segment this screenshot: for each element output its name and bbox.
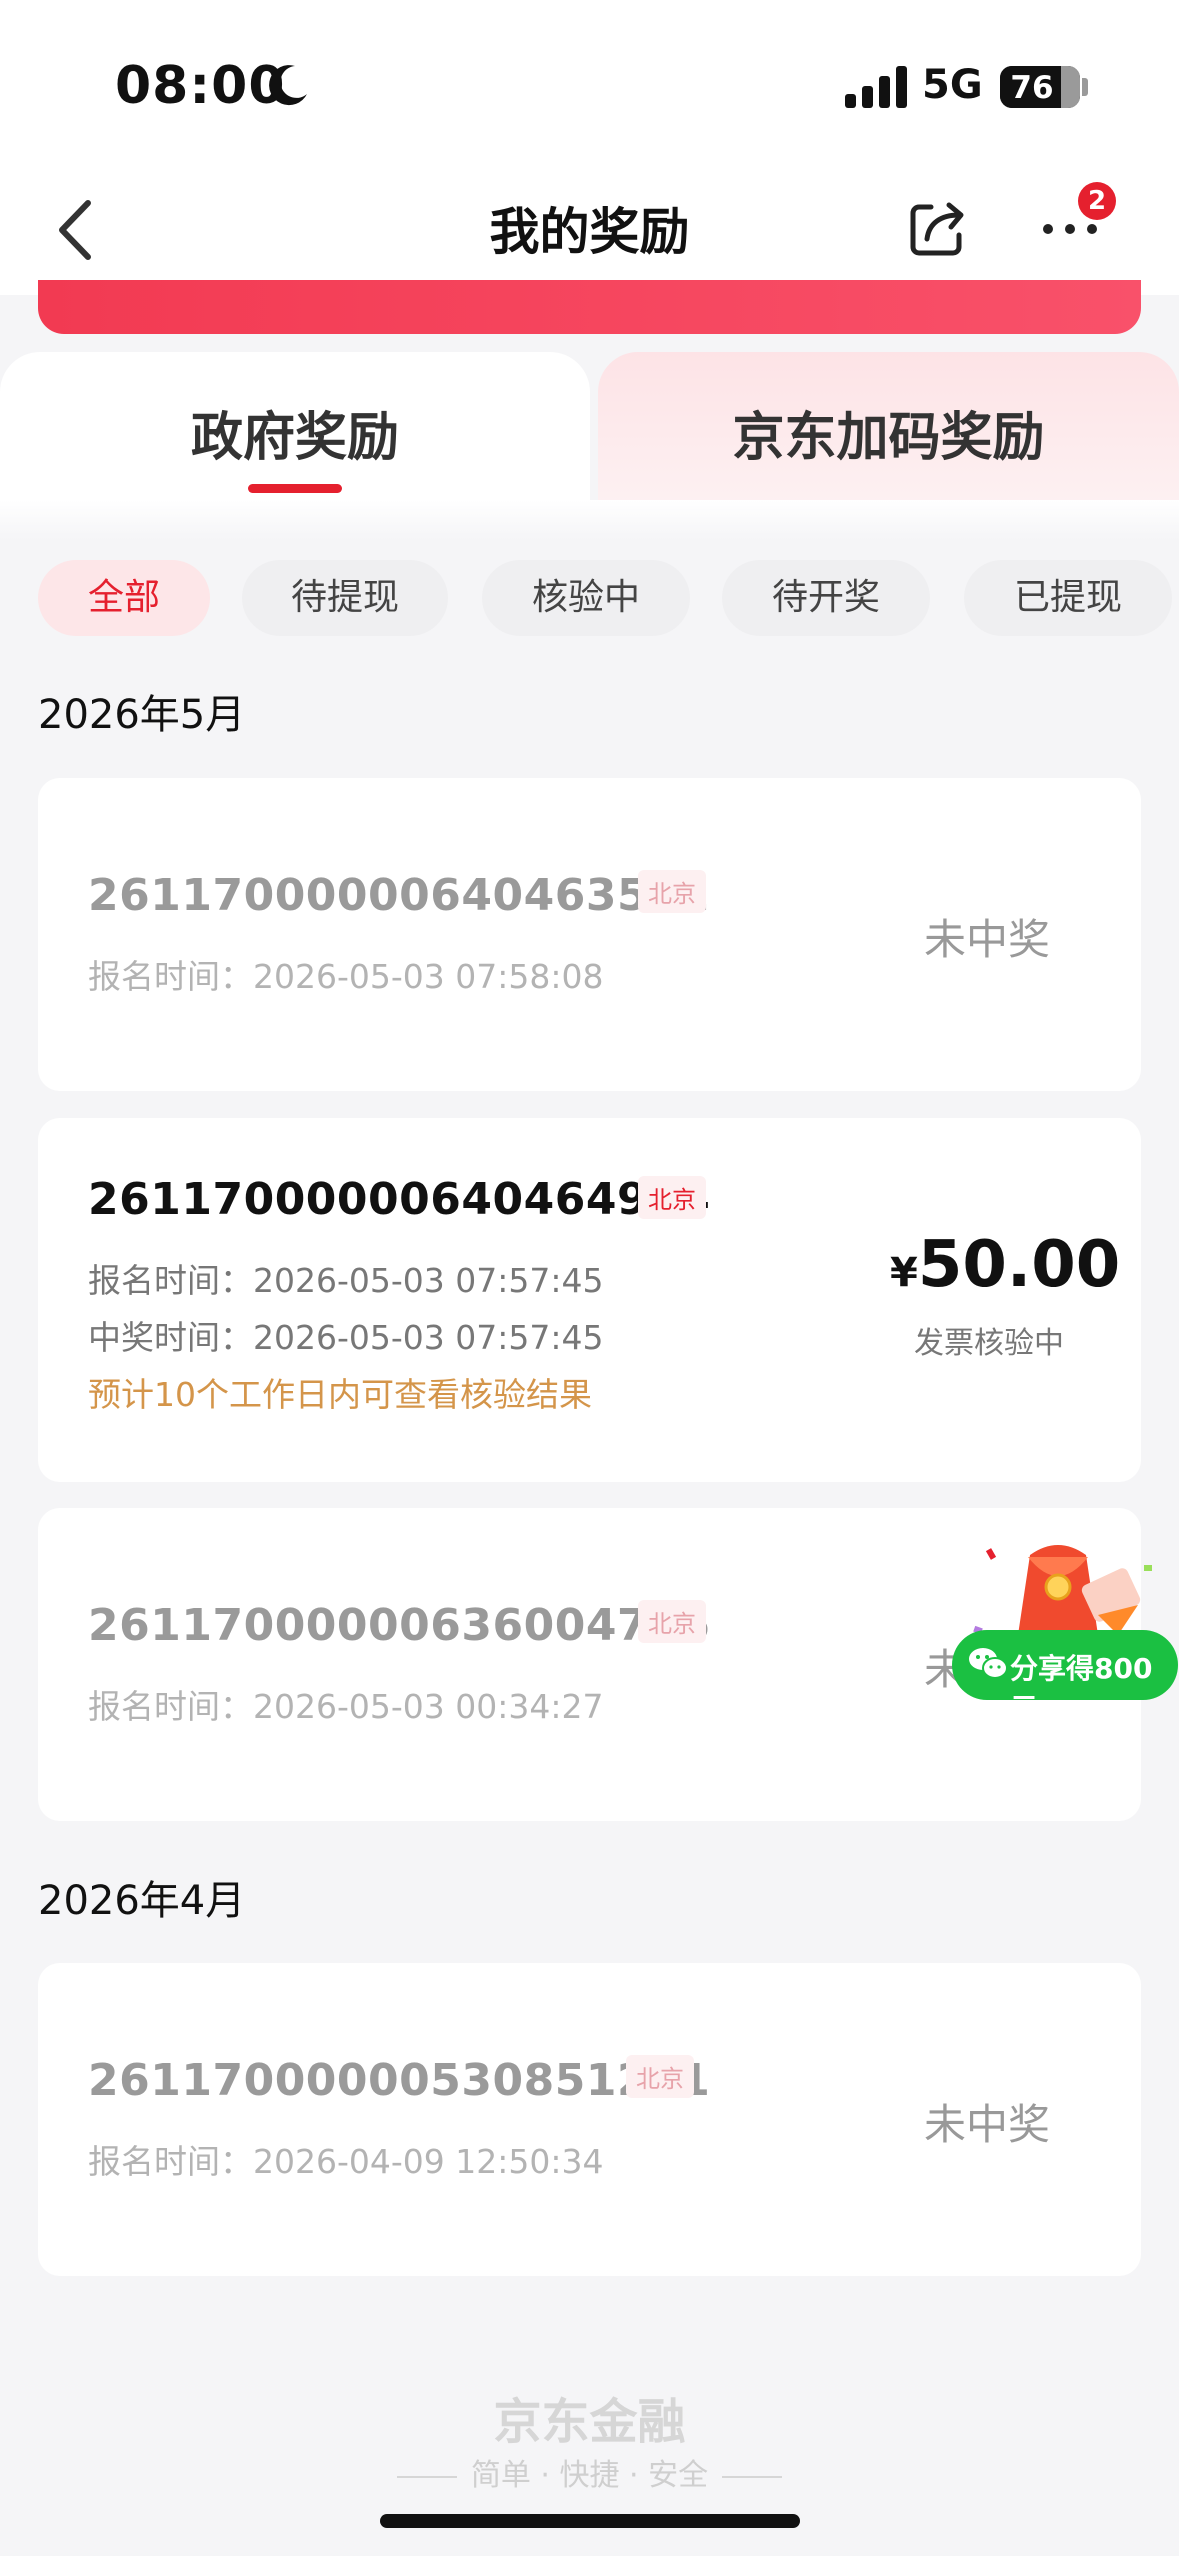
month-header: 2026年4月 [38,1878,246,1924]
filter-bar: 全部 待提现 核验中 待开奖 已提现 [38,560,1179,636]
reward-record-card[interactable]: 26117000000530851281 北京 报名时间：2026-04-09 … [38,1963,1141,2276]
amount-value: 50.00 [917,1228,1121,1302]
page-title: 我的奖励 [489,203,690,261]
network-label: 5G [922,62,983,108]
city-tag: 北京 [638,1600,706,1643]
tab-active-indicator [248,484,342,493]
share-icon[interactable] [905,195,971,261]
promo-banner[interactable] [38,280,1141,334]
home-indicator[interactable] [380,2514,800,2528]
filter-pending-draw[interactable]: 待开奖 [722,560,930,636]
battery-tip [1082,78,1088,96]
footer-slogan: 简单 · 快捷 · 安全 [0,2450,1179,2494]
filter-pending-withdraw[interactable]: 待提现 [242,560,448,636]
moon-icon [269,65,307,106]
record-id: 26117000000636004756 [88,1600,711,1651]
signal-icon [845,66,907,108]
status-time: 08:00 [115,56,286,116]
signup-time: 报名时间：2026-05-03 07:57:45 [88,1261,604,1300]
city-tag: 北京 [638,1176,706,1219]
reward-amount: ¥50.00 [890,1228,1120,1302]
reward-record-card[interactable]: 26117000000640464974 北京 报名时间：2026-05-03 … [38,1118,1141,1482]
win-time: 中奖时间：2026-05-03 07:57:45 [88,1318,604,1357]
tab-fade [0,500,1179,540]
wechat-icon [969,1648,1008,1679]
battery-icon: 76 [1000,66,1080,108]
share-reward-label: 分享得800元 [1010,1652,1153,1725]
notification-badge: 2 [1078,182,1116,220]
tab-jd-bonus-label: 京东加码奖励 [732,408,1045,468]
month-header: 2026年5月 [38,692,246,738]
filter-verifying[interactable]: 核验中 [482,560,690,636]
verification-note: 预计10个工作日内可查看核验结果 [88,1375,592,1414]
city-tag: 北京 [626,2055,694,2098]
footer-slogan-text: 简单 · 快捷 · 安全 [470,2458,709,2493]
signup-time: 报名时间：2026-05-03 00:34:27 [88,1687,604,1726]
reward-record-card[interactable]: 26117000000640463572 北京 报名时间：2026-05-03 … [38,778,1141,1091]
battery-level: 76 [1010,70,1054,106]
record-id: 26117000000640464974 [88,1174,711,1225]
result-status: 未中奖 [924,915,1051,964]
signup-time: 报名时间：2026-05-03 07:58:08 [88,957,604,996]
result-status: 发票核验中 [914,1326,1064,1361]
record-id: 26117000000640463572 [88,870,711,921]
tab-government-label: 政府奖励 [190,408,399,468]
filter-withdrawn[interactable]: 已提现 [964,560,1172,636]
share-reward-button[interactable]: 分享得800元 [952,1630,1178,1725]
city-tag: 北京 [638,870,706,913]
footer-brand: 京东金融 [493,2394,686,2450]
result-status: 未中奖 [924,2100,1051,2149]
record-id: 26117000000530851281 [88,2055,711,2106]
currency-symbol: ¥ [890,1250,918,1296]
signup-time: 报名时间：2026-04-09 12:50:34 [88,2142,604,2181]
filter-all[interactable]: 全部 [38,560,210,636]
